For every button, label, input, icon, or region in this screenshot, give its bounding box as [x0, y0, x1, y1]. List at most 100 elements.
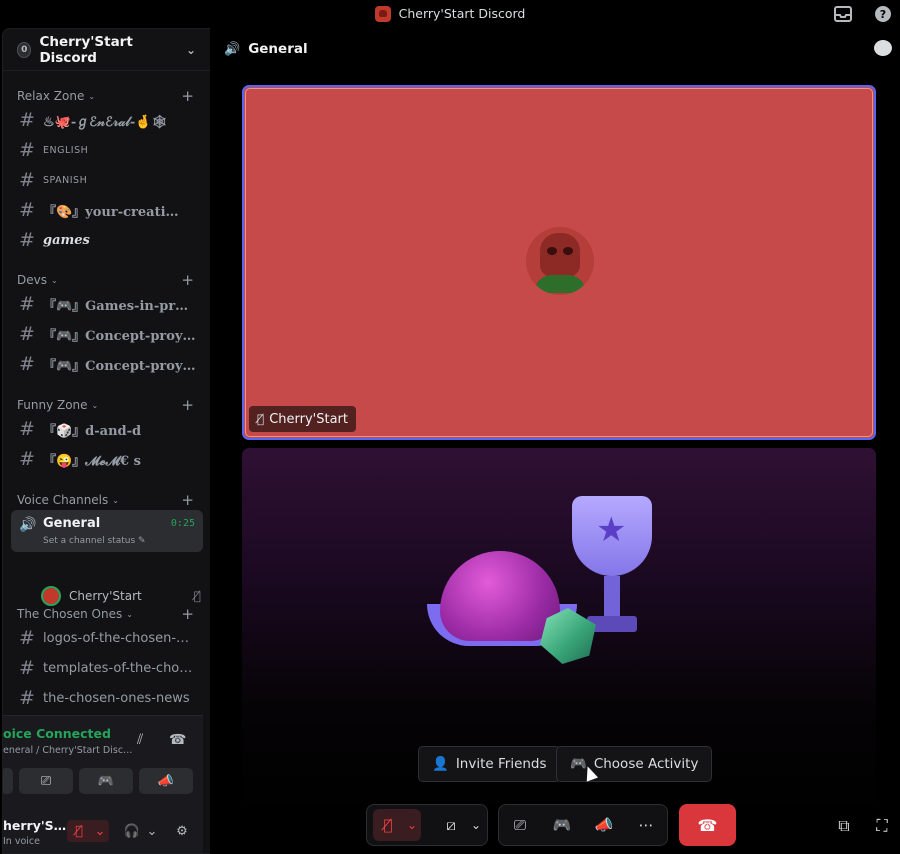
camera-toggle[interactable]: ⧄ [435, 809, 467, 841]
channel-templates[interactable]: # templates-of-the-cho… [11, 654, 203, 682]
gear-icon: ⚙ [176, 823, 188, 839]
headphones-icon: 🎧 [123, 823, 141, 839]
pencil-icon: ✎ [138, 536, 146, 546]
video-button[interactable] [3, 768, 13, 794]
channel-spanish[interactable]: # SPANISH [11, 166, 203, 194]
channel-d-and-d[interactable]: # 『🎲』d-and-d [11, 415, 203, 443]
screen-share-icon: ⎚ [513, 816, 526, 834]
activity-illustration [422, 496, 702, 686]
mic-options-button[interactable]: ⌄ [91, 820, 109, 842]
channel-status[interactable]: Set a channel status ✎ [43, 536, 146, 546]
voice-connected-title: oice Connected [3, 726, 111, 741]
add-channel-icon[interactable]: + [181, 396, 194, 414]
channel-games[interactable]: # games [11, 226, 203, 254]
more-options-control[interactable]: ⋯ [631, 809, 661, 841]
user-name: herry'S… [3, 818, 67, 833]
chat-bubble-icon[interactable] [874, 40, 892, 56]
participant-name: Cherry'Start [269, 411, 349, 427]
disconnect-icon[interactable]: ☎ [169, 732, 186, 748]
hash-icon: # [19, 353, 35, 375]
channel-label: 『🎮』Concept-proy… [43, 358, 196, 374]
share-screen-control[interactable]: ⎚ [505, 809, 535, 841]
disconnect-call-button[interactable]: ☎ [679, 804, 736, 846]
soundboard-button[interactable]: 📣 [139, 768, 193, 794]
muted-mic-icon: 🎙̸ [383, 816, 393, 834]
voice-member[interactable]: Cherry'Start 🎙̸ [41, 585, 201, 607]
channel-title: General [248, 41, 308, 57]
mute-button[interactable]: 🎙̸ [67, 820, 91, 842]
add-channel-icon[interactable]: + [181, 491, 194, 509]
share-activity-controls: ⎚ 🎮 📣 ⋯ [498, 804, 668, 846]
channel-concept-2[interactable]: # 『🎮』Concept-proy… [11, 350, 203, 378]
add-channel-icon[interactable]: + [181, 271, 194, 289]
participant-name-chip: 🎙̸ Cherry'Start [249, 406, 357, 432]
share-screen-button[interactable]: ⎚ [19, 768, 73, 794]
add-person-icon: 👤 [432, 756, 449, 772]
fullscreen-icon[interactable]: ⛶ [872, 816, 892, 836]
mic-camera-controls: 🎙̸ ⌄ ⧄ ⌄ [366, 804, 488, 846]
activities-control[interactable]: 🎮 [547, 809, 577, 841]
channel-concept-1[interactable]: # 『🎮』Concept-proy… [11, 320, 203, 348]
category-funny-zone[interactable]: Funny Zone ⌄ + [17, 396, 194, 414]
soundboard-control[interactable]: 📣 [589, 809, 619, 841]
turtle-shell-graphic [440, 551, 560, 641]
choose-activity-button[interactable]: 🎮 Choose Activity [556, 746, 713, 782]
server-name: Cherry'Start Discord [39, 33, 133, 66]
soundboard-icon: 📣 [157, 773, 175, 789]
channel-games-in-progress[interactable]: # 『🎮』Games-in-pr… [11, 290, 203, 318]
help-button[interactable]: ? [873, 4, 893, 24]
noise-suppression-icon[interactable]: ⫽ [137, 732, 143, 748]
speaker-icon: 🔊 [19, 517, 37, 533]
voice-channel-general[interactable]: 🔊 General 0:25 Set a channel status ✎ [11, 510, 203, 552]
invite-friends-button[interactable]: 👤 Invite Friends [418, 746, 561, 782]
chevron-down-icon: ⌄ [94, 823, 106, 839]
app-logo-icon [374, 5, 391, 22]
camera-options[interactable]: ⌄ [467, 809, 485, 841]
hash-icon: # [19, 139, 35, 161]
screen-share-icon: ⎚ [40, 773, 52, 789]
category-devs[interactable]: Devs ⌄ + [17, 271, 194, 289]
server-boost-badge: 0 [17, 41, 32, 58]
soundboard-icon: 📣 [594, 816, 614, 834]
mute-toggle[interactable]: 🎙̸ [373, 809, 403, 841]
leaves-graphic [534, 275, 586, 293]
mic-options[interactable]: ⌄ [403, 809, 421, 841]
category-the-chosen-ones[interactable]: The Chosen Ones ⌄ + [17, 605, 194, 623]
channel-sidebar: 0 Cherry'Start Discord ⌄ Relax Zone ⌄ + #… [2, 28, 210, 854]
channel-news[interactable]: # the-chosen-ones-news [11, 684, 203, 712]
inbox-icon[interactable] [833, 4, 853, 24]
chevron-down-icon: ⌄ [126, 609, 133, 619]
channel-logos[interactable]: # logos-of-the-chosen-… [11, 624, 203, 652]
participant-tile[interactable]: 🎙̸ Cherry'Start [242, 85, 876, 440]
hash-icon: # [19, 418, 35, 440]
channel-general-text[interactable]: # ♨🐙-ℊℰ𝓃ℰ𝓇𝒶𝓁-🤞🕸 [11, 106, 203, 134]
channel-english[interactable]: # ENGLISH [11, 136, 203, 164]
category-label: Voice Channels [17, 493, 109, 507]
channel-label: ♨🐙-ℊℰ𝓃ℰ𝓇𝒶𝓁-🤞🕸 [43, 114, 168, 130]
avatar [41, 586, 61, 606]
activities-button[interactable]: 🎮 [79, 768, 133, 794]
channel-memes[interactable]: # 『😜』𝓜𝓮𝓜€ s [11, 445, 203, 473]
audio-options-button[interactable]: ⌄ [145, 820, 159, 842]
category-voice-channels[interactable]: Voice Channels ⌄ + [17, 491, 194, 509]
category-label: The Chosen Ones [17, 607, 123, 621]
voice-connected-panel: oice Connected eneral / Cherry'Start Dis… [3, 715, 203, 853]
muted-mic-icon: 🎙̸ [257, 412, 265, 426]
add-channel-icon[interactable]: + [181, 605, 194, 623]
user-status: In voice [3, 836, 40, 847]
invite-friends-label: Invite Friends [455, 756, 547, 772]
hash-icon: # [19, 627, 35, 649]
skull-graphic [540, 233, 580, 277]
server-header[interactable]: 0 Cherry'Start Discord ⌄ [3, 29, 210, 71]
hash-icon: # [19, 293, 35, 315]
channel-header: 🔊 General [210, 28, 900, 70]
add-channel-icon[interactable]: + [181, 87, 194, 105]
channel-status-text: Set a channel status [43, 536, 136, 546]
voice-connected-subtitle: eneral / Cherry'Start Disc… [3, 745, 133, 756]
category-relax-zone[interactable]: Relax Zone ⌄ + [17, 87, 194, 105]
user-settings-button[interactable]: ⚙ [171, 820, 193, 842]
deafen-button[interactable]: 🎧 [121, 820, 143, 842]
trophy-stem-graphic [604, 576, 620, 618]
pop-out-icon[interactable]: ⧉ [834, 816, 854, 836]
channel-your-creations[interactable]: # 『🎨』your-creati… [11, 196, 203, 224]
